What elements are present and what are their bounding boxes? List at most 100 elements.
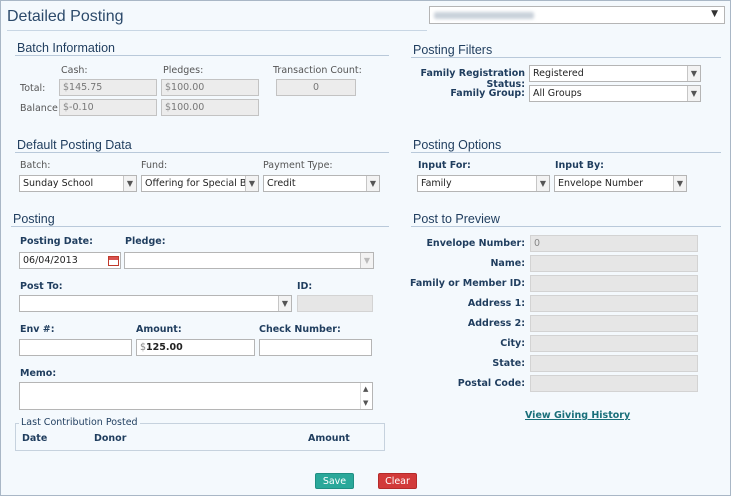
family-member-id-field	[530, 275, 698, 292]
postal-code-field	[530, 375, 698, 392]
address1-field	[530, 295, 698, 312]
payment-type-label: Payment Type:	[263, 160, 333, 171]
chevron-down-icon: ▼	[366, 176, 379, 191]
family-member-id-label: Family or Member ID:	[409, 278, 525, 289]
title-divider	[7, 30, 427, 31]
posting-date-label: Posting Date:	[20, 236, 93, 247]
family-group-label: Family Group:	[450, 88, 525, 99]
blurred-organization-name	[434, 12, 534, 19]
posting-date-value: 06/04/2013	[23, 255, 78, 266]
id-label: ID:	[297, 281, 313, 292]
payment-type-select[interactable]: Credit ▼	[263, 175, 380, 192]
amount-input[interactable]: $125.00	[136, 339, 255, 356]
save-button[interactable]: Save	[315, 473, 354, 489]
posting-date-input[interactable]: 06/04/2013	[19, 252, 121, 269]
memo-textarea[interactable]: ▲ ▼	[19, 382, 373, 410]
date-column-header: Date	[22, 433, 48, 444]
input-for-select[interactable]: Family ▼	[417, 175, 550, 192]
post-to-preview-heading: Post to Preview	[413, 212, 500, 226]
default-posting-divider	[15, 152, 389, 153]
posting-filters-divider	[411, 57, 721, 58]
memo-scrollbar[interactable]: ▲ ▼	[360, 383, 372, 409]
page-title: Detailed Posting	[7, 8, 124, 25]
transaction-count-column-label: Transaction Count:	[273, 65, 362, 76]
chevron-down-icon: ▼	[711, 9, 718, 19]
post-to-select[interactable]: ▼	[19, 295, 292, 312]
env-number-label: Env #:	[20, 324, 55, 335]
balance-cash-value: -0.10	[69, 102, 94, 113]
input-by-select[interactable]: Envelope Number ▼	[554, 175, 687, 192]
posting-options-divider	[411, 152, 721, 153]
view-giving-history-link[interactable]: View Giving History	[525, 410, 630, 421]
batch-label: Batch:	[20, 160, 51, 171]
pledge-select[interactable]: ▼	[124, 252, 374, 269]
chevron-down-icon: ▼	[536, 176, 549, 191]
balance-pledges-field: $100.00	[161, 99, 259, 116]
transaction-count-field: 0	[276, 79, 356, 96]
total-cash-value: 145.75	[69, 82, 103, 93]
last-contribution-legend: Last Contribution Posted	[19, 417, 140, 428]
family-group-select[interactable]: All Groups ▼	[529, 85, 701, 102]
pledge-label: Pledge:	[125, 236, 166, 247]
amount-value: 125.00	[146, 342, 183, 353]
input-by-label: Input By:	[555, 160, 604, 171]
id-field	[297, 295, 373, 312]
city-label: City:	[500, 338, 525, 349]
city-field	[530, 335, 698, 352]
balance-cash-field: $-0.10	[59, 99, 157, 116]
posting-options-heading: Posting Options	[413, 138, 502, 152]
total-pledges-value: 100.00	[171, 82, 205, 93]
chevron-down-icon: ▼	[687, 66, 700, 81]
check-number-input[interactable]	[259, 339, 372, 356]
memo-label: Memo:	[20, 368, 57, 379]
scroll-up-icon[interactable]: ▲	[363, 385, 368, 393]
amount-label: Amount:	[136, 324, 182, 335]
fund-label: Fund:	[141, 160, 168, 171]
scroll-down-icon[interactable]: ▼	[363, 399, 368, 407]
post-to-preview-divider	[411, 226, 721, 227]
fund-value: Offering for Special Bless	[145, 178, 259, 189]
batch-select[interactable]: Sunday School ▼	[19, 175, 137, 192]
posting-filters-heading: Posting Filters	[413, 43, 493, 57]
fund-select[interactable]: Offering for Special Bless ▼	[141, 175, 259, 192]
address1-label: Address 1:	[467, 298, 525, 309]
balance-row-label: Balance:	[20, 103, 62, 114]
payment-type-value: Credit	[267, 178, 296, 189]
address2-field	[530, 315, 698, 332]
posting-heading: Posting	[13, 212, 55, 226]
envelope-number-label: Envelope Number:	[426, 238, 525, 249]
family-status-select[interactable]: Registered ▼	[529, 65, 701, 82]
amount-column-header: Amount	[308, 433, 350, 444]
chevron-down-icon: ▼	[673, 176, 686, 191]
name-field	[530, 255, 698, 272]
chevron-down-icon: ▼	[245, 176, 258, 191]
clear-button[interactable]: Clear	[378, 473, 417, 489]
check-number-label: Check Number:	[259, 324, 341, 335]
chevron-down-icon: ▼	[360, 253, 373, 268]
address2-label: Address 2:	[467, 318, 525, 329]
batch-info-heading: Batch Information	[17, 41, 115, 55]
chevron-down-icon: ▼	[687, 86, 700, 101]
envelope-number-field: 0	[530, 235, 698, 252]
post-to-label: Post To:	[20, 281, 63, 292]
posting-divider	[11, 226, 389, 227]
calendar-icon[interactable]	[108, 256, 119, 266]
chevron-down-icon: ▼	[278, 296, 291, 311]
chevron-down-icon: ▼	[123, 176, 136, 191]
pledges-column-label: Pledges:	[163, 65, 204, 76]
batch-info-divider	[15, 55, 389, 56]
input-for-label: Input For:	[418, 160, 471, 171]
env-number-input[interactable]	[19, 339, 132, 356]
state-field	[530, 355, 698, 372]
total-row-label: Total:	[20, 83, 46, 94]
donor-column-header: Donor	[94, 433, 127, 444]
family-status-value: Registered	[533, 68, 584, 79]
input-by-value: Envelope Number	[558, 178, 643, 189]
family-group-value: All Groups	[533, 88, 582, 99]
balance-pledges-value: 100.00	[171, 102, 205, 113]
batch-value: Sunday School	[23, 178, 94, 189]
cash-column-label: Cash:	[61, 65, 88, 76]
organization-select[interactable]: ▼	[429, 6, 725, 24]
family-status-label: Family Registration Status:	[420, 68, 525, 90]
name-label: Name:	[490, 258, 525, 269]
